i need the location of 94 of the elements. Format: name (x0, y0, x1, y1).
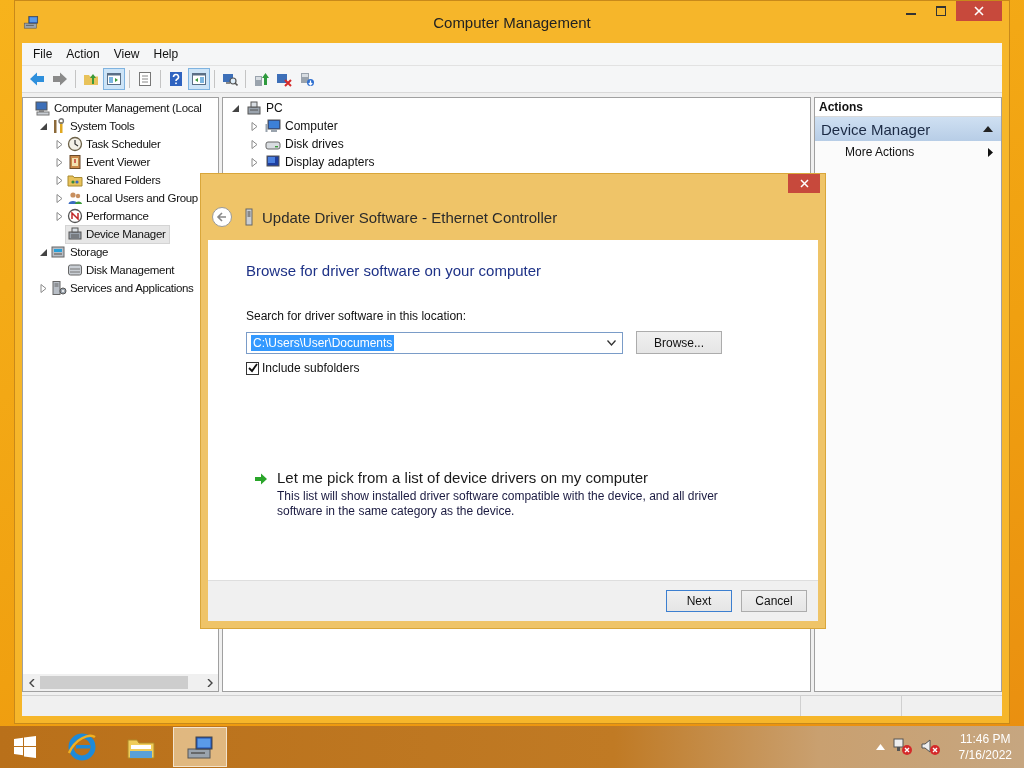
users-icon (67, 190, 83, 206)
close-icon (799, 179, 809, 188)
uninstall-device-icon (299, 71, 315, 87)
chevron-right-icon (206, 678, 213, 687)
caret-down-icon[interactable] (39, 121, 48, 131)
console-tree-button[interactable] (103, 68, 125, 90)
tree-item[interactable]: Local Users and Group (65, 188, 202, 208)
update-driver-icon (253, 71, 269, 87)
event-log-icon (67, 154, 83, 170)
windows-logo-icon (13, 735, 37, 759)
checkbox-label: Include subfolders (262, 361, 360, 375)
tree-item[interactable]: Event Viewer (65, 152, 154, 172)
scan-hardware-icon (222, 71, 238, 87)
maximize-icon (936, 6, 946, 16)
actions-section-header[interactable]: Device Manager (815, 117, 1001, 141)
chevron-left-icon (28, 678, 35, 687)
browse-button[interactable]: Browse... (636, 331, 722, 354)
close-button[interactable] (788, 174, 820, 193)
forward-arrow-icon (52, 71, 68, 87)
caret-right-icon[interactable] (55, 175, 64, 185)
menu-item[interactable]: Action (59, 45, 107, 63)
scrollbar-thumb[interactable] (40, 676, 188, 689)
option-link[interactable]: Let me pick from a list of device drivers on my computer (277, 469, 727, 486)
caret-right-icon[interactable] (250, 139, 259, 149)
computer-management-taskbar-button[interactable] (173, 727, 227, 767)
computer-icon (35, 100, 51, 116)
caret-right-icon[interactable] (250, 157, 259, 167)
display-icon (265, 154, 281, 170)
tree-item[interactable]: Display adapters (263, 152, 379, 172)
browser-icon (66, 731, 98, 763)
services-icon (51, 280, 67, 296)
clock-time: 11:46 PM (960, 731, 1011, 747)
option-description: This list will show installed driver software compatible with the device, and all driver software in the same category as the device. (277, 489, 719, 519)
menu-item[interactable]: File (26, 45, 60, 63)
tree-item[interactable]: Shared Folders (65, 170, 165, 190)
actions-header: Actions (815, 98, 1001, 117)
checkmark-icon (247, 363, 258, 373)
tree-item[interactable]: PC (244, 98, 287, 118)
caret-right-icon[interactable] (39, 283, 48, 293)
device-manager-icon (67, 226, 83, 242)
show-hidden-icons-icon[interactable] (875, 744, 885, 750)
network-disconnected-icon[interactable] (892, 738, 913, 756)
tree-item[interactable]: System Tools (49, 116, 139, 136)
action-item[interactable]: More Actions (815, 141, 1001, 163)
back-arrow-icon (29, 71, 45, 87)
menu-item[interactable]: View (106, 45, 147, 63)
help-icon (168, 71, 184, 87)
tree-item[interactable]: Computer (263, 116, 342, 136)
disable-device-icon (276, 71, 292, 87)
caret-right-icon[interactable] (55, 139, 64, 149)
caret-right-icon[interactable] (55, 193, 64, 203)
checkbox[interactable] (246, 361, 259, 375)
window-title: Computer Management (433, 13, 591, 31)
storage-icon (51, 244, 67, 260)
tree-item[interactable]: Disk drives (263, 134, 348, 154)
tree-item[interactable]: Disk Management (65, 260, 179, 280)
tree-item[interactable]: Device Manager (65, 224, 170, 244)
arrow-right-icon (254, 472, 268, 486)
tools-icon (51, 118, 67, 134)
tree-item[interactable]: Performance (65, 206, 153, 226)
dialog-heading: Browse for driver software on your computer (246, 262, 543, 279)
pc-icon (246, 100, 262, 116)
caret-down-icon[interactable] (231, 103, 240, 113)
network-adapter-icon (244, 208, 254, 226)
menu-item[interactable]: Help (146, 45, 186, 63)
caret-right-icon[interactable] (250, 121, 259, 131)
cancel-button[interactable]: Cancel (741, 590, 807, 612)
caret-down-icon[interactable] (39, 247, 48, 257)
monitor-icon (265, 118, 281, 134)
triangle-right-icon (988, 147, 993, 157)
shared-folder-icon (67, 172, 83, 188)
back-button[interactable] (212, 207, 232, 227)
console-tree-icon (106, 71, 122, 87)
tree-item[interactable]: Task Scheduler (65, 134, 165, 154)
back-arrow-icon (216, 211, 228, 223)
tree-item[interactable]: Services and Applications (49, 278, 198, 298)
gauge-icon (67, 208, 83, 224)
speaker-muted-icon[interactable] (920, 738, 941, 756)
close-icon (974, 6, 984, 16)
caret-right-icon[interactable] (55, 157, 64, 167)
dialog-title: Update Driver Software - Ethernet Controller (262, 208, 558, 226)
next-button[interactable]: Next (666, 590, 732, 612)
clock-icon (67, 136, 83, 152)
tree-item[interactable]: Storage (49, 242, 113, 262)
action-pane-button[interactable] (188, 68, 210, 90)
triangle-icon (983, 126, 993, 132)
computer-management-icon (22, 13, 40, 31)
clock-date: 7/16/2022 (958, 747, 1012, 763)
minimize-icon (906, 13, 916, 15)
caret-right-icon[interactable] (55, 211, 64, 221)
tree-item[interactable]: Computer Management (Local (33, 98, 206, 118)
action-pane-icon (191, 71, 207, 87)
properties-icon (137, 71, 153, 87)
field-label: Search for driver software in this location: (246, 309, 468, 323)
